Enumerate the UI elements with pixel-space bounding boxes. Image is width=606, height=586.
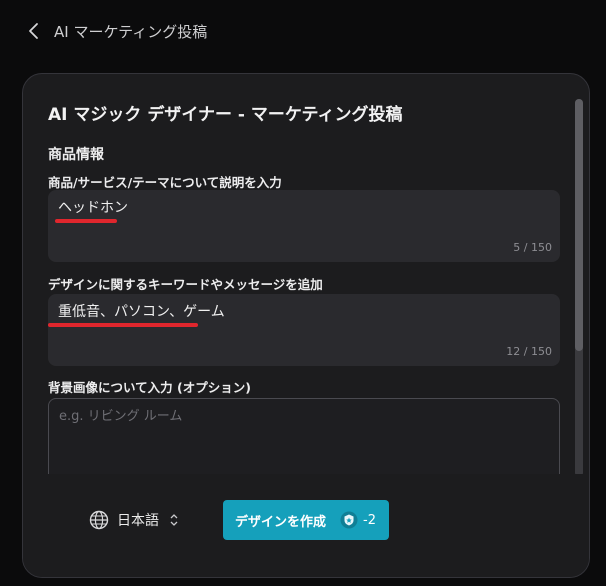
product-description-value: ヘッドホン	[58, 200, 128, 216]
background-label: 背景画像について入力 (オプション)	[48, 380, 251, 395]
designer-panel: AI マジック デザイナー - マーケティング投稿 商品情報 商品/サービス/テ…	[22, 73, 590, 578]
section-title: 商品情報	[48, 147, 104, 163]
annotation-underline	[55, 219, 117, 223]
credit-cost: -2	[340, 511, 376, 529]
create-design-label: デザインを作成	[235, 514, 327, 530]
top-bar: AI マーケティング投稿	[0, 0, 606, 62]
chevron-updown-icon	[170, 514, 178, 526]
product-description-label: 商品/サービス/テーマについて説明を入力	[48, 175, 282, 190]
language-selector[interactable]: 日本語	[89, 510, 179, 530]
char-count: 12 / 150	[506, 345, 552, 358]
credit-value: -2	[363, 512, 376, 528]
chevron-left-icon[interactable]	[26, 20, 42, 42]
panel-title: AI マジック デザイナー - マーケティング投稿	[48, 105, 403, 125]
globe-icon	[89, 510, 109, 530]
product-description-input[interactable]: ヘッドホン 5 / 150	[48, 190, 560, 262]
char-count: 5 / 150	[513, 241, 552, 254]
page-title: AI マーケティング投稿	[54, 23, 208, 41]
credit-icon	[340, 511, 358, 529]
annotation-underline	[48, 323, 198, 327]
keywords-value: 重低音、パソコン、ゲーム	[58, 304, 225, 320]
scrollbar-thumb[interactable]	[575, 99, 583, 351]
language-label: 日本語	[117, 513, 159, 529]
footer-bar: 日本語 デザインを作成 -2	[23, 474, 589, 577]
scrollbar[interactable]	[575, 99, 583, 477]
create-design-button[interactable]: デザインを作成 -2	[223, 500, 389, 540]
keywords-label: デザインに関するキーワードやメッセージを追加	[48, 277, 323, 292]
keywords-input[interactable]: 重低音、パソコン、ゲーム 12 / 150	[48, 294, 560, 366]
background-placeholder: e.g. リビング ルーム	[59, 409, 183, 424]
